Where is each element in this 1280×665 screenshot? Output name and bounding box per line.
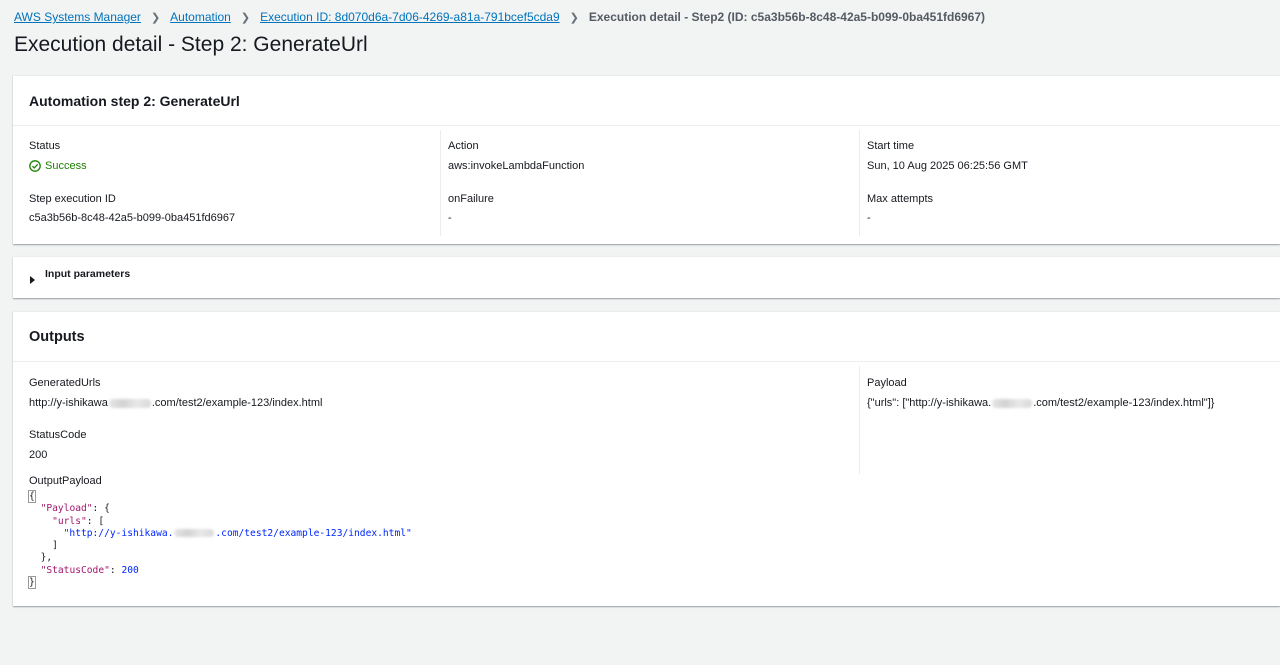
outputs-grid: GeneratedUrls http://y-ishikawa .com/test…	[13, 362, 1280, 606]
payload-label: Payload	[867, 377, 907, 389]
start-time-label: Start time	[867, 140, 915, 152]
payload-prefix: {"urls": ["http://y-ishikawa.	[867, 397, 992, 409]
step-detail-grid: Status Success Action aws:invokeLambdaFu…	[13, 126, 1280, 244]
json-line: {	[28, 490, 412, 503]
caret-right-icon	[30, 276, 35, 284]
json-line: "StatusCode": 200	[29, 565, 412, 577]
input-parameters-panel: Input parameters	[13, 256, 1280, 298]
json-line: "http://y-ishikawa. .com/test2/example-12…	[29, 528, 412, 540]
json-key: "urls"	[52, 515, 87, 527]
breadcrumb-current: Execution detail - Step2 (ID: c5a3b56b-8…	[588, 10, 986, 24]
outputs-title: Outputs	[13, 312, 1280, 362]
redacted-text	[992, 398, 1033, 408]
redacted-text	[174, 528, 215, 537]
json-punct: },	[40, 552, 53, 564]
breadcrumb-execution-id[interactable]: Execution ID: 8d070d6a-7d06-4269-a81a-79…	[260, 10, 560, 24]
step-panel-title: Automation step 2: GenerateUrl	[13, 76, 1280, 126]
json-key: "StatusCode"	[40, 564, 110, 576]
column-divider	[859, 130, 860, 236]
redacted-text	[108, 398, 151, 408]
json-line: "Payload": {	[29, 503, 412, 515]
check-circle-icon	[29, 160, 41, 172]
status-badge: Success	[29, 160, 87, 172]
on-failure-value: -	[448, 212, 452, 224]
payload-suffix: .com/test2/example-123/index.html"]}	[1033, 397, 1215, 409]
page-title: Execution detail - Step 2: GenerateUrl	[14, 33, 368, 56]
json-line: }	[28, 576, 412, 590]
chevron-right-icon: ❯	[569, 11, 579, 24]
step-execution-id-value: c5a3b56b-8c48-42a5-b099-0ba451fd6967	[29, 212, 236, 224]
json-key: "Payload"	[40, 503, 93, 515]
generated-urls-label: GeneratedUrls	[29, 377, 101, 389]
step-detail-panel: Automation step 2: GenerateUrl Status Su…	[13, 75, 1280, 244]
outputs-panel: Outputs GeneratedUrls http://y-ishikawa.…	[13, 311, 1280, 606]
output-payload-label: OutputPayload	[29, 475, 102, 487]
json-line: ]	[29, 540, 412, 552]
chevron-right-icon: ❯	[240, 11, 251, 24]
max-attempts-value: -	[867, 212, 871, 224]
breadcrumb-automation[interactable]: Automation	[170, 10, 231, 24]
action-label: Action	[448, 140, 479, 152]
status-value: Success	[45, 160, 87, 172]
max-attempts-label: Max attempts	[867, 193, 934, 205]
breadcrumb: AWS Systems Manager ❯ Automation ❯ Execu…	[14, 9, 985, 25]
json-punct: : [	[86, 515, 105, 527]
input-parameters-toggle[interactable]: Input parameters	[13, 257, 1280, 298]
generated-urls-value: http://y-ishikawa .com/test2/example-123/…	[29, 397, 322, 409]
generated-urls-suffix: .com/test2/example-123/index.html	[151, 397, 323, 409]
on-failure-label: onFailure	[448, 193, 494, 205]
action-value: aws:invokeLambdaFunction	[448, 160, 585, 172]
json-punct: : {	[92, 503, 110, 515]
breadcrumb-systems-manager[interactable]: AWS Systems Manager	[14, 10, 141, 24]
step-execution-id-label: Step execution ID	[29, 193, 116, 205]
json-punct: :	[109, 564, 122, 576]
column-divider	[440, 130, 441, 236]
input-parameters-label: Input parameters	[45, 268, 131, 280]
start-time-value: Sun, 10 Aug 2025 06:25:56 GMT	[867, 160, 1028, 172]
json-punct: ]	[52, 540, 58, 552]
payload-value: {"urls": ["http://y-ishikawa. .com/test2/…	[867, 397, 1214, 409]
status-code-label: StatusCode	[29, 429, 87, 441]
json-string: .com/test2/example-123/index.html"	[215, 527, 412, 539]
generated-urls-prefix: http://y-ishikawa	[29, 397, 108, 409]
json-brace: {	[28, 490, 36, 503]
column-divider	[859, 366, 860, 474]
chevron-right-icon: ❯	[150, 11, 161, 24]
json-string: "http://y-ishikawa.	[63, 527, 174, 539]
output-payload-json: { "Payload": { "urls": [ "http://y-ishik…	[28, 490, 412, 590]
status-label: Status	[29, 140, 61, 152]
json-line: "urls": [	[29, 516, 412, 528]
json-number: 200	[121, 564, 139, 576]
json-line: },	[29, 552, 412, 564]
json-brace: }	[28, 576, 36, 590]
status-code-value: 200	[29, 449, 48, 461]
